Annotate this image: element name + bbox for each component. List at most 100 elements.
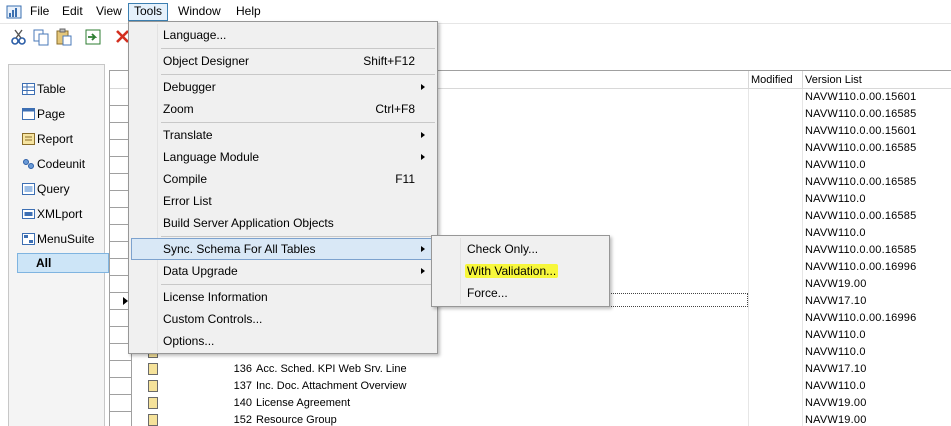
- menu-item-label: Custom Controls...: [163, 312, 263, 326]
- menu-item-translate[interactable]: Translate: [131, 124, 435, 146]
- page-object-icon: [148, 363, 158, 375]
- menu-item-object-designer[interactable]: Object Designer Shift+F12: [131, 50, 435, 72]
- version-list-cell[interactable]: NAVW110.0.00.16996: [805, 259, 916, 276]
- menu-item-options[interactable]: Options...: [131, 330, 435, 352]
- nav-label-menusuite: MenuSuite: [37, 232, 95, 246]
- nav-item-all[interactable]: All: [17, 253, 109, 273]
- column-divider: [802, 89, 803, 426]
- nav-label-page: Page: [37, 107, 66, 121]
- menu-item-error-list[interactable]: Error List: [131, 190, 435, 212]
- nav-item-codeunit[interactable]: Codeunit: [18, 154, 100, 174]
- object-type-panel: Table Page Report Codeunit Query XMLport…: [8, 64, 109, 426]
- object-name-cell[interactable]: Acc. Sched. KPI Web Srv. Line: [256, 361, 407, 378]
- copy-icon[interactable]: [32, 28, 52, 48]
- menu-item-debugger[interactable]: Debugger: [131, 76, 435, 98]
- submenu-arrow-icon: [421, 132, 425, 138]
- app-icon: [6, 5, 22, 19]
- version-list-cell[interactable]: NAVW110.0.00.16585: [805, 140, 916, 157]
- version-list-cell[interactable]: NAVW110.0.00.16585: [805, 174, 916, 191]
- menu-item-label: Language Module: [163, 150, 260, 164]
- row-selector[interactable]: [110, 378, 132, 395]
- menu-separator: [161, 284, 435, 285]
- version-list-cell[interactable]: NAVW19.00: [805, 412, 867, 426]
- version-list-cell[interactable]: NAVW110.0.00.16585: [805, 242, 916, 259]
- nav-item-page[interactable]: Page: [18, 104, 100, 124]
- menu-window[interactable]: Window: [173, 3, 226, 21]
- menu-item-label: Check Only...: [467, 242, 539, 256]
- row-selector[interactable]: [110, 361, 132, 378]
- menu-item-label: License Information: [163, 290, 268, 304]
- object-id-cell[interactable]: 152: [210, 412, 252, 426]
- focused-cell[interactable]: [590, 293, 748, 307]
- column-header-version-list[interactable]: Version List: [802, 71, 951, 89]
- menu-item-language-module[interactable]: Language Module: [131, 146, 435, 168]
- page-object-icon: [148, 397, 158, 409]
- object-id-cell[interactable]: 140: [210, 395, 252, 412]
- object-id-cell[interactable]: 137: [210, 378, 252, 395]
- menu-item-zoom[interactable]: Zoom Ctrl+F8: [131, 98, 435, 120]
- menu-item-language[interactable]: Language...: [131, 24, 435, 46]
- menu-file[interactable]: File: [25, 3, 54, 21]
- object-name-cell[interactable]: Resource Group: [256, 412, 337, 426]
- version-list-cell[interactable]: NAVW110.0.00.16585: [805, 106, 916, 123]
- version-list-cell[interactable]: NAVW110.0.00.15601: [805, 123, 916, 140]
- row-selector[interactable]: [110, 412, 132, 426]
- version-list-cell[interactable]: NAVW110.0: [805, 157, 866, 174]
- menu-item-label: Sync. Schema For All Tables: [163, 242, 316, 256]
- version-list-cell[interactable]: NAVW110.0: [805, 344, 866, 361]
- nav-label-table: Table: [37, 82, 66, 96]
- menu-item-check-only[interactable]: Check Only...: [434, 238, 608, 260]
- version-list-cell[interactable]: NAVW110.0: [805, 191, 866, 208]
- version-list-cell[interactable]: NAVW110.0.00.16996: [805, 310, 916, 327]
- nav-item-xmlport[interactable]: XMLport: [18, 204, 100, 224]
- menu-separator: [161, 74, 435, 75]
- menu-item-compile[interactable]: Compile F11: [131, 168, 435, 190]
- menu-help[interactable]: Help: [231, 3, 266, 21]
- version-list-cell[interactable]: NAVW19.00: [805, 276, 867, 293]
- menu-item-label: Translate: [163, 128, 213, 142]
- menu-item-license-information[interactable]: License Information: [131, 286, 435, 308]
- submenu-arrow-icon: [421, 246, 425, 252]
- menu-tools[interactable]: Tools: [128, 3, 169, 21]
- object-id-cell[interactable]: 136: [210, 361, 252, 378]
- menu-separator: [161, 122, 435, 123]
- import-icon[interactable]: [84, 28, 104, 48]
- menu-item-label: Error List: [163, 194, 212, 208]
- page-object-icon: [148, 380, 158, 392]
- cut-icon[interactable]: [10, 28, 30, 48]
- row-selector[interactable]: [110, 395, 132, 412]
- menu-item-sync-schema-for-all-tables[interactable]: Sync. Schema For All Tables: [131, 238, 435, 260]
- menu-shortcut: F11: [395, 172, 415, 186]
- menu-item-force[interactable]: Force...: [434, 282, 608, 304]
- paste-icon[interactable]: [55, 28, 75, 48]
- nav-item-table[interactable]: Table: [18, 79, 100, 99]
- menu-view[interactable]: View: [91, 3, 127, 21]
- column-header-modified[interactable]: Modified: [748, 71, 802, 89]
- menu-edit[interactable]: Edit: [57, 3, 88, 21]
- object-name-cell[interactable]: Inc. Doc. Attachment Overview: [256, 378, 406, 395]
- version-list-cell[interactable]: NAVW17.10: [805, 293, 867, 310]
- menu-item-build-server-application-objects[interactable]: Build Server Application Objects: [131, 212, 435, 234]
- nav-item-menusuite[interactable]: MenuSuite: [18, 229, 100, 249]
- sync-schema-submenu: Check Only... With Validation... Force..…: [431, 235, 610, 307]
- submenu-arrow-icon: [421, 84, 425, 90]
- menu-item-custom-controls[interactable]: Custom Controls...: [131, 308, 435, 330]
- menu-separator: [161, 48, 435, 49]
- page-icon: [22, 108, 35, 120]
- page-object-icon: [148, 414, 158, 426]
- version-list-cell[interactable]: NAVW110.0: [805, 378, 866, 395]
- nav-item-report[interactable]: Report: [18, 129, 100, 149]
- object-name-cell[interactable]: License Agreement: [256, 395, 350, 412]
- menu-item-with-validation[interactable]: With Validation...: [434, 260, 608, 282]
- nav-item-query[interactable]: Query: [18, 179, 100, 199]
- nav-label-all: All: [36, 256, 52, 270]
- menu-item-data-upgrade[interactable]: Data Upgrade: [131, 260, 435, 282]
- version-list-cell[interactable]: NAVW17.10: [805, 361, 867, 378]
- version-list-cell[interactable]: NAVW110.0.00.15601: [805, 89, 916, 106]
- version-list-cell[interactable]: NAVW110.0: [805, 225, 866, 242]
- version-list-cell[interactable]: NAVW19.00: [805, 395, 867, 412]
- menu-item-label: Build Server Application Objects: [163, 216, 334, 230]
- version-list-cell[interactable]: NAVW110.0: [805, 327, 866, 344]
- version-list-cell[interactable]: NAVW110.0.00.16585: [805, 208, 916, 225]
- report-icon: [22, 133, 35, 145]
